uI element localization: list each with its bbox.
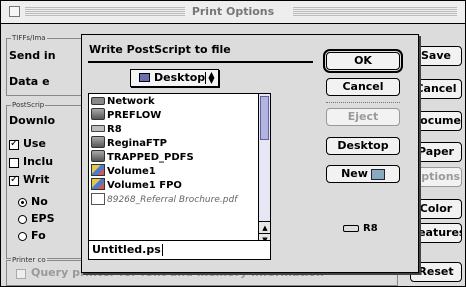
list-item[interactable]: R8 <box>91 123 122 137</box>
radio-no-label: No <box>31 195 48 208</box>
window-title: Print Options <box>191 5 275 18</box>
server-icon <box>91 108 105 120</box>
list-item-label: R8 <box>107 124 122 135</box>
write-label: Writ <box>23 173 50 186</box>
disk-icon <box>91 124 105 132</box>
include-checkbox[interactable] <box>9 158 19 168</box>
file-list[interactable]: Network PREFLOW R8 ReginaFTP TRAPPED_PDF… <box>88 93 271 258</box>
list-item[interactable]: ReginaFTP <box>91 136 167 151</box>
list-item-label: Volume1 FPO <box>107 180 182 191</box>
new-folder-icon <box>370 168 385 180</box>
volume-icon <box>91 164 105 176</box>
text-caret <box>161 244 163 256</box>
server-icon <box>91 150 105 162</box>
query-printer-checkbox[interactable] <box>16 269 26 279</box>
close-box-icon[interactable] <box>9 6 20 17</box>
up-down-arrows-icon: ▲ ▼ <box>205 71 217 85</box>
title-underline <box>88 61 313 63</box>
eject-button[interactable]: Eject <box>326 108 400 126</box>
filename-input[interactable]: Untitled.ps <box>88 240 271 260</box>
pdf-file-icon <box>91 192 105 205</box>
send-image-label: Send in <box>9 49 56 62</box>
location-label: Desktop <box>154 71 206 84</box>
list-item[interactable]: Volume1 FPO <box>91 178 182 193</box>
dialog-cancel-button[interactable]: Cancel <box>326 78 400 96</box>
list-item-label: Volume1 <box>107 166 156 177</box>
dotted-separator <box>326 102 400 103</box>
title-bar-stripes <box>293 7 457 17</box>
title-bar-stripes <box>25 7 185 17</box>
ok-button[interactable]: OK <box>323 49 403 73</box>
list-item[interactable]: 89268_Referral Brochure.pdf <box>91 192 238 207</box>
list-item[interactable]: TRAPPED_PDFS <box>91 150 194 165</box>
group-label: TIFFs/Ima <box>11 33 47 43</box>
current-disk-indicator: R8 <box>343 223 378 234</box>
data-encoding-label: Data e <box>9 75 50 88</box>
radio-font[interactable] <box>18 232 27 241</box>
file-list-scrollbar[interactable]: ▲ ▼ <box>258 94 270 257</box>
radio-eps-label: EPS <box>31 212 55 225</box>
disk-label: R8 <box>363 223 378 234</box>
volume-icon <box>91 178 105 190</box>
desktop-button[interactable]: Desktop <box>326 137 400 155</box>
include-label: Inclu <box>23 155 54 168</box>
list-item-label: ReginaFTP <box>107 138 167 149</box>
download-label: Downlo <box>9 114 56 127</box>
write-postscript-dialog: Write PostScript to file Desktop ▲ ▼ Netw… <box>81 34 419 273</box>
network-icon <box>91 97 105 105</box>
write-checkbox[interactable] <box>9 174 19 186</box>
new-folder-button[interactable]: New <box>326 165 400 183</box>
list-item-label: PREFLOW <box>107 110 162 121</box>
server-icon <box>91 136 105 148</box>
list-item-label: TRAPPED_PDFS <box>107 152 194 163</box>
list-item-label: Network <box>107 96 155 107</box>
new-folder-label: New <box>341 167 368 180</box>
list-item-label: 89268_Referral Brochure.pdf <box>107 195 238 205</box>
group-label: Printer co <box>11 255 47 265</box>
dialog-title: Write PostScript to file <box>89 43 231 56</box>
use-checkbox[interactable] <box>9 138 19 150</box>
radio-no[interactable] <box>18 198 27 207</box>
disk-icon <box>343 224 359 232</box>
radio-font-label: Fo <box>31 229 46 242</box>
list-item[interactable]: PREFLOW <box>91 108 162 123</box>
radio-eps[interactable] <box>18 215 27 224</box>
scrollbar-thumb[interactable] <box>260 96 269 140</box>
use-label: Use <box>23 137 46 150</box>
filename-value: Untitled.ps <box>92 243 161 256</box>
list-item[interactable]: Network <box>91 95 155 109</box>
location-popup[interactable]: Desktop ▲ ▼ <box>130 69 219 87</box>
list-item[interactable]: Volume1 <box>91 164 156 179</box>
group-label: PostScrip <box>11 100 46 110</box>
desktop-icon <box>139 73 150 82</box>
